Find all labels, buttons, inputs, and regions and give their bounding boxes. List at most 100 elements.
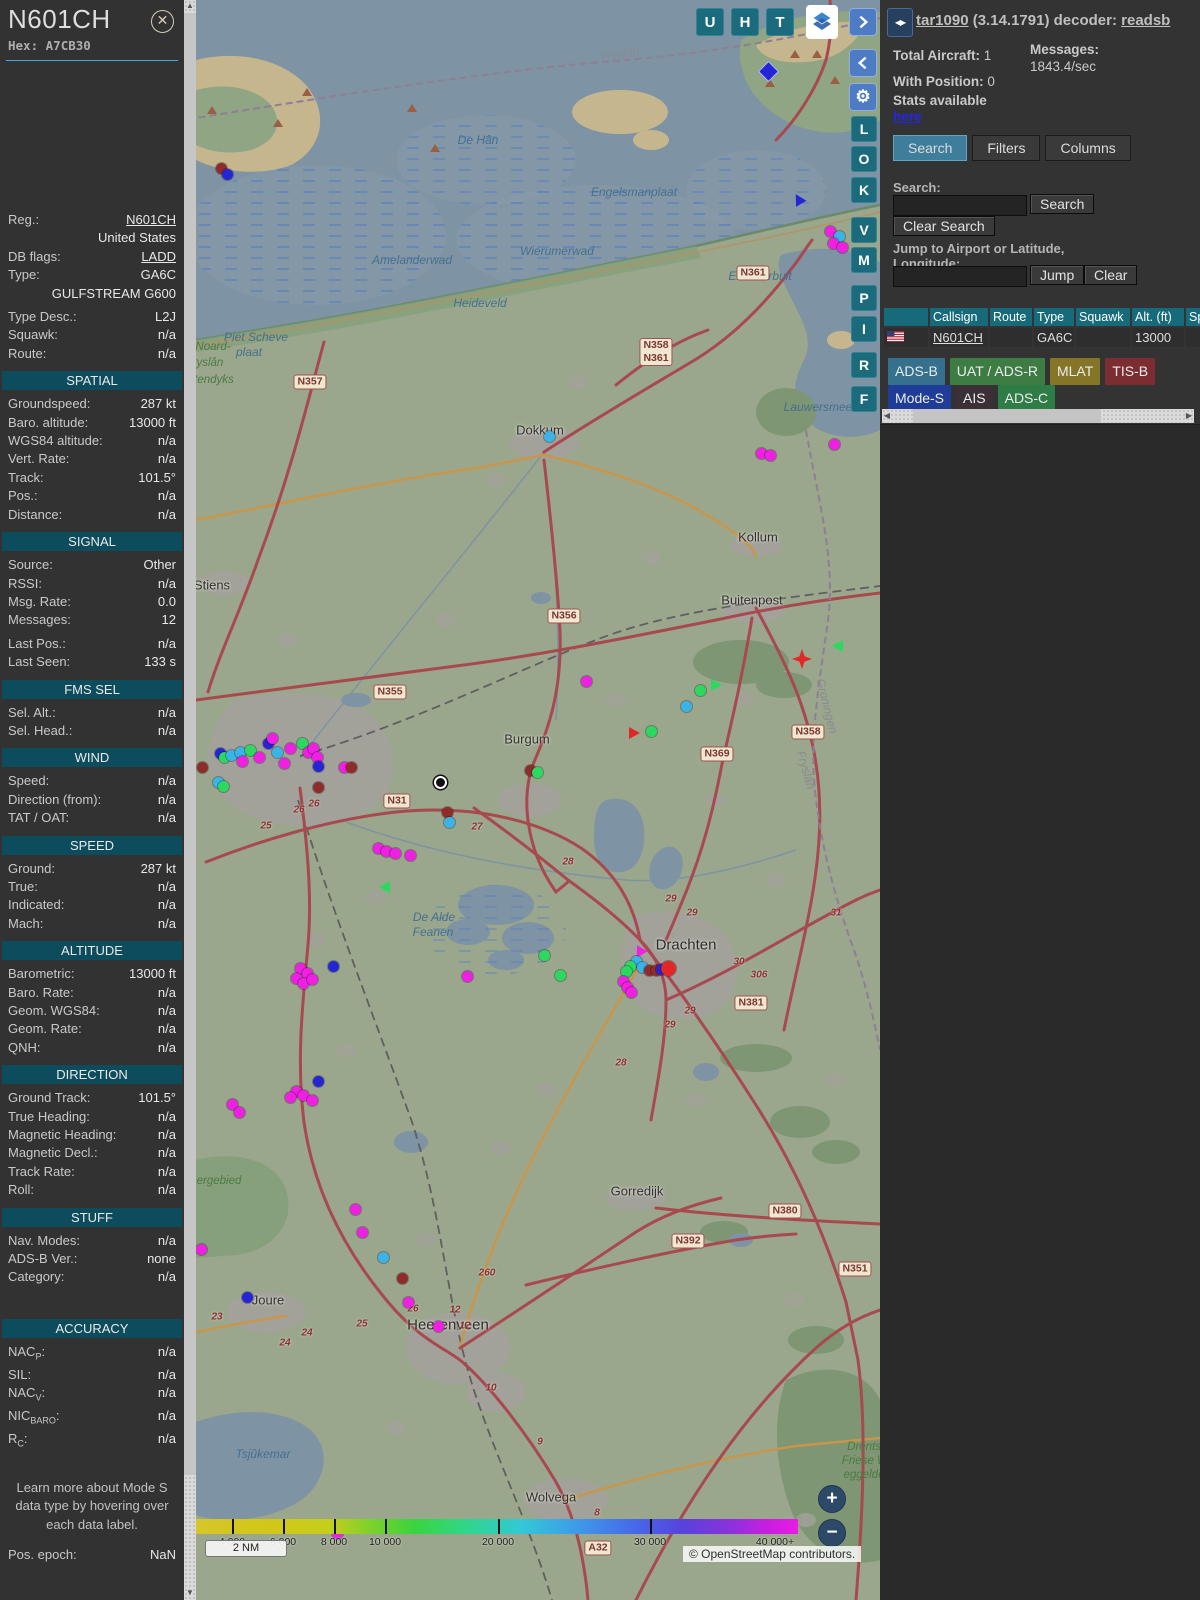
aircraft-marker[interactable] bbox=[312, 781, 324, 793]
aircraft-marker[interactable] bbox=[196, 1243, 207, 1255]
map-button-r[interactable]: R bbox=[851, 352, 877, 378]
map-button-o[interactable]: O bbox=[851, 146, 877, 172]
table-header-Callsign[interactable]: Callsign bbox=[930, 308, 988, 326]
settings-button[interactable]: ⚙ bbox=[849, 83, 877, 111]
aircraft-marker[interactable] bbox=[402, 1296, 414, 1308]
source-chip-uat-ads-r[interactable]: UAT / ADS-R bbox=[949, 358, 1045, 385]
selected-aircraft-marker[interactable] bbox=[434, 776, 447, 789]
aircraft-marker[interactable] bbox=[217, 780, 229, 792]
aircraft-marker[interactable] bbox=[764, 449, 776, 461]
aircraft-marker[interactable] bbox=[711, 679, 722, 691]
jump-input[interactable] bbox=[893, 266, 1027, 287]
table-header-Type[interactable]: Type bbox=[1034, 308, 1074, 326]
aircraft-marker[interactable] bbox=[345, 761, 357, 773]
scroll-down-icon[interactable]: ▼ bbox=[184, 1588, 196, 1597]
aircraft-marker[interactable] bbox=[306, 1094, 318, 1106]
aircraft-marker[interactable] bbox=[241, 1291, 253, 1303]
tab-columns[interactable]: Columns bbox=[1045, 135, 1131, 161]
clear-search-button[interactable]: Clear Search bbox=[893, 216, 995, 236]
map-button-f[interactable]: F bbox=[851, 386, 877, 412]
map-button-p[interactable]: P bbox=[851, 285, 877, 311]
map-button-u[interactable]: U bbox=[696, 8, 724, 36]
info-value[interactable]: N601CH bbox=[39, 211, 176, 229]
table-header-Alt. (ft)[interactable]: Alt. (ft) bbox=[1132, 308, 1184, 326]
aircraft-marker[interactable] bbox=[404, 849, 416, 861]
map-button-v[interactable]: V bbox=[851, 217, 877, 243]
app-name-link[interactable]: tar1090 bbox=[916, 12, 969, 29]
aircraft-marker[interactable] bbox=[620, 965, 632, 977]
aircraft-marker[interactable] bbox=[531, 766, 543, 778]
aircraft-marker[interactable] bbox=[379, 881, 390, 893]
aircraft-marker[interactable] bbox=[284, 1091, 296, 1103]
aircraft-marker[interactable] bbox=[389, 847, 401, 859]
panel-collapse-left-button[interactable] bbox=[849, 49, 877, 77]
jump-button[interactable]: Jump bbox=[1030, 265, 1085, 285]
hscroll-thumb[interactable] bbox=[913, 409, 1101, 423]
aircraft-marker[interactable] bbox=[836, 241, 848, 253]
aircraft-marker[interactable] bbox=[396, 1272, 408, 1284]
tab-filters[interactable]: Filters bbox=[972, 135, 1041, 161]
source-chip-ads-c[interactable]: ADS-C bbox=[997, 385, 1056, 412]
panel-toggle-button[interactable]: ◀▶ bbox=[887, 8, 913, 37]
aircraft-marker[interactable] bbox=[233, 1106, 245, 1118]
layers-button[interactable] bbox=[806, 5, 838, 39]
scroll-left-icon[interactable]: ◀ bbox=[882, 409, 892, 423]
map-button-l[interactable]: L bbox=[851, 116, 877, 142]
scroll-up-icon[interactable]: ▲ bbox=[184, 1, 196, 10]
aircraft-marker[interactable] bbox=[645, 725, 657, 737]
aircraft-marker[interactable] bbox=[327, 960, 339, 972]
map-button-h[interactable]: H bbox=[731, 8, 759, 36]
panel-expand-button[interactable] bbox=[849, 8, 877, 36]
aircraft-marker[interactable] bbox=[266, 732, 278, 744]
aircraft-marker[interactable] bbox=[461, 970, 473, 982]
aircraft-marker[interactable] bbox=[312, 760, 324, 772]
stats-here-link[interactable]: here bbox=[893, 109, 922, 124]
aircraft-marker[interactable] bbox=[538, 949, 550, 961]
aircraft-marker[interactable] bbox=[312, 1075, 324, 1087]
scrollbar-thumb[interactable] bbox=[184, 13, 196, 1475]
map[interactable]: Fryslân De Hân Engelsmanplaat Amelanderwad W… bbox=[196, 0, 880, 1600]
table-header-Spd[interactable]: Spd bbox=[1186, 308, 1200, 326]
aircraft-marker[interactable] bbox=[236, 755, 248, 767]
map-button-m[interactable]: M bbox=[851, 247, 877, 273]
aircraft-marker[interactable] bbox=[554, 969, 566, 981]
aircraft-marker[interactable] bbox=[221, 168, 233, 180]
clear-button[interactable]: Clear bbox=[1084, 265, 1138, 285]
source-chip-tis-b[interactable]: TIS-B bbox=[1105, 358, 1156, 385]
aircraft-marker[interactable] bbox=[278, 757, 290, 769]
tab-search[interactable]: Search bbox=[893, 135, 968, 161]
table-header-Route[interactable]: Route bbox=[990, 308, 1032, 326]
table-cell-callsign[interactable]: N601CH bbox=[930, 328, 988, 347]
aircraft-marker[interactable] bbox=[680, 700, 692, 712]
aircraft-marker[interactable] bbox=[543, 430, 555, 442]
map-button-k[interactable]: K bbox=[851, 177, 877, 203]
aircraft-marker[interactable] bbox=[443, 816, 455, 828]
aircraft-marker[interactable] bbox=[694, 684, 706, 696]
source-chip-ais[interactable]: AIS bbox=[956, 385, 993, 412]
table-header-flag[interactable] bbox=[884, 308, 928, 326]
table-header-Squawk[interactable]: Squawk bbox=[1076, 308, 1130, 326]
aircraft-marker[interactable] bbox=[253, 751, 265, 763]
info-value[interactable]: LADD bbox=[61, 248, 176, 266]
aircraft-marker[interactable] bbox=[377, 1251, 389, 1263]
search-button[interactable]: Search bbox=[1030, 194, 1095, 214]
aircraft-marker[interactable] bbox=[196, 761, 208, 773]
zoom-out-button[interactable]: − bbox=[818, 1519, 846, 1547]
aircraft-marker[interactable] bbox=[441, 806, 453, 818]
aircraft-marker[interactable] bbox=[271, 746, 283, 758]
source-chip-mode-s[interactable]: Mode-S bbox=[888, 385, 952, 412]
search-input[interactable] bbox=[893, 195, 1027, 216]
zoom-in-button[interactable]: + bbox=[818, 1485, 846, 1513]
aircraft-marker[interactable] bbox=[629, 727, 640, 739]
aircraft-marker[interactable] bbox=[284, 742, 296, 754]
source-chip-mlat[interactable]: MLAT bbox=[1049, 358, 1101, 385]
map-attribution[interactable]: © OpenStreetMap contributors. bbox=[683, 1546, 862, 1562]
source-chip-ads-b[interactable]: ADS-B bbox=[888, 358, 945, 385]
aircraft-marker[interactable] bbox=[349, 1203, 361, 1215]
aircraft-marker[interactable] bbox=[580, 675, 592, 687]
aircraft-marker[interactable] bbox=[660, 960, 676, 976]
aircraft-marker[interactable] bbox=[306, 973, 318, 985]
aircraft-marker[interactable] bbox=[432, 1320, 444, 1332]
sidebar-scrollbar[interactable]: ▲ ▼ bbox=[184, 0, 196, 1600]
close-icon[interactable]: ✕ bbox=[151, 10, 174, 33]
